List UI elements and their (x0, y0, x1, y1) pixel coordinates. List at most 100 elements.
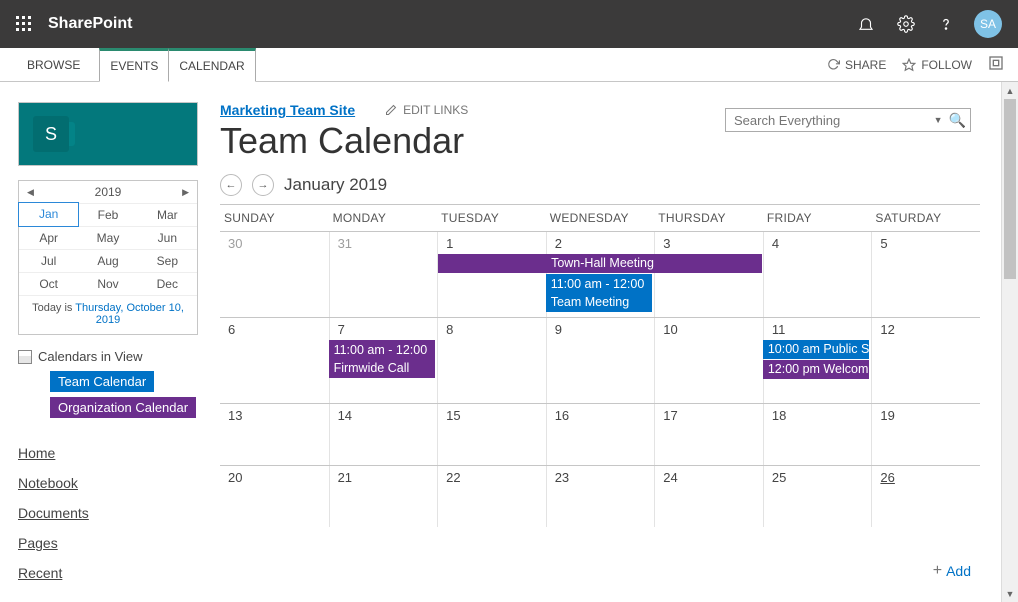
calendar-day[interactable]: 21 (329, 466, 438, 527)
share-button[interactable]: SHARE (826, 58, 886, 72)
mini-month-jul[interactable]: Jul (19, 249, 78, 272)
next-month-button[interactable]: → (252, 174, 274, 196)
search-go-icon[interactable]: 🔍 (949, 112, 966, 129)
scroll-up-icon[interactable]: ▲ (1002, 82, 1018, 99)
add-event-button[interactable]: + Add (933, 562, 971, 580)
calendar-day[interactable]: 13 (220, 404, 329, 465)
calendar-event[interactable]: 11:00 am - 12:00Firmwide Call (329, 340, 436, 378)
site-logo[interactable]: S (18, 102, 198, 166)
search-box[interactable]: ▼ 🔍 (725, 108, 971, 132)
calendar-day[interactable]: 31 (329, 232, 438, 317)
pencil-icon (385, 104, 397, 116)
mini-month-apr[interactable]: Apr (19, 226, 78, 249)
nav-item-pages[interactable]: Pages (18, 528, 216, 558)
calendar-day[interactable]: 10 (654, 318, 763, 403)
site-breadcrumb[interactable]: Marketing Team Site (220, 102, 355, 118)
ribbon: BROWSE EVENTS CALENDAR SHARE FOLLOW (0, 48, 1018, 82)
edit-links-button[interactable]: EDIT LINKS (385, 103, 468, 117)
mini-month-nov[interactable]: Nov (78, 272, 137, 295)
mini-today-link[interactable]: Thursday, October 10, 2019 (75, 302, 184, 326)
calendar-day[interactable]: 1 (437, 232, 546, 317)
dow-header: SUNDAY (220, 205, 329, 231)
calendar-overlay-team[interactable]: Team Calendar (50, 371, 154, 392)
app-launcher-icon[interactable] (8, 8, 40, 40)
avatar[interactable]: SA (974, 10, 1002, 38)
scrollbar-thumb[interactable] (1004, 99, 1016, 279)
mini-month-sep[interactable]: Sep (138, 249, 197, 272)
calendar-day[interactable]: 12 (871, 318, 980, 403)
search-input[interactable] (734, 113, 928, 128)
calendar-day[interactable]: 6 (220, 318, 329, 403)
follow-label: FOLLOW (921, 58, 972, 72)
brand-label[interactable]: SharePoint (48, 15, 132, 33)
calendar-day[interactable]: 18 (763, 404, 872, 465)
calendar-week: 678910111211:00 am - 12:00Firmwide Call1… (220, 317, 980, 403)
tab-browse[interactable]: BROWSE (14, 48, 93, 81)
calendar-day[interactable]: 9 (546, 318, 655, 403)
calendar-day[interactable]: 15 (437, 404, 546, 465)
calendar-overlay-org[interactable]: Organization Calendar (50, 397, 196, 418)
calendar-day[interactable]: 25 (763, 466, 872, 527)
calendar-day[interactable]: 17 (654, 404, 763, 465)
main-content: ▼ 🔍 Marketing Team Site EDIT LINKS Team … (216, 102, 1001, 588)
calendar-day[interactable]: 26 (871, 466, 980, 527)
calendar-day[interactable]: 19 (871, 404, 980, 465)
calendar-day[interactable]: 4 (763, 232, 872, 317)
calendar-event[interactable]: 10:00 am Public S (763, 340, 870, 359)
calendar-day[interactable]: 3 (654, 232, 763, 317)
mini-month-aug[interactable]: Aug (78, 249, 137, 272)
calendars-in-view-header[interactable]: Calendars in View (18, 347, 216, 366)
prev-month-button[interactable]: ← (220, 174, 242, 196)
tab-calendar[interactable]: CALENDAR (169, 48, 255, 82)
focus-content-icon[interactable] (988, 55, 1004, 74)
calendar-day[interactable]: 20 (220, 466, 329, 527)
dow-header: MONDAY (329, 205, 438, 231)
settings-icon[interactable] (886, 0, 926, 48)
sharepoint-logo-icon: S (33, 116, 69, 152)
help-icon[interactable] (926, 0, 966, 48)
month-label: January 2019 (284, 175, 387, 195)
calendar-day[interactable]: 8 (437, 318, 546, 403)
calendar-day[interactable]: 14 (329, 404, 438, 465)
calendar-event[interactable]: Town-Hall Meeting (438, 254, 762, 273)
mini-month-mar[interactable]: Mar (138, 203, 197, 226)
calendar-event[interactable]: 11:00 am - 12:00Team Meeting (546, 274, 653, 312)
dow-header: THURSDAY (654, 205, 763, 231)
star-icon (902, 58, 916, 72)
nav-item-recent[interactable]: Recent (18, 558, 216, 588)
calendar-event[interactable]: 12:00 pm Welcom (763, 360, 870, 379)
tab-events[interactable]: EVENTS (99, 48, 169, 82)
mini-prev-year-icon[interactable]: ◀ (27, 187, 34, 198)
calendar-day[interactable]: 22 (437, 466, 546, 527)
mini-month-dec[interactable]: Dec (138, 272, 197, 295)
dow-header: FRIDAY (763, 205, 872, 231)
arrow-left-icon: ← (226, 179, 237, 191)
calendar-day[interactable]: 5 (871, 232, 980, 317)
suite-bar: SharePoint SA (0, 0, 1018, 48)
mini-calendar: ◀ 2019 ▶ JanFebMar AprMayJun JulAugSep OctN… (18, 180, 198, 335)
dow-header: WEDNESDAY (546, 205, 655, 231)
follow-button[interactable]: FOLLOW (902, 58, 972, 72)
mini-month-may[interactable]: May (78, 226, 137, 249)
mini-month-oct[interactable]: Oct (19, 272, 78, 295)
mini-month-jun[interactable]: Jun (138, 226, 197, 249)
nav-item-documents[interactable]: Documents (18, 498, 216, 528)
mini-today-prefix: Today is (32, 302, 75, 314)
notifications-icon[interactable] (846, 0, 886, 48)
edit-links-label: EDIT LINKS (403, 103, 468, 117)
nav-item-home[interactable]: Home (18, 438, 216, 468)
mini-month-jan[interactable]: Jan (18, 202, 79, 227)
calendar-day[interactable]: 24 (654, 466, 763, 527)
calendar-day[interactable]: 16 (546, 404, 655, 465)
search-scope-dropdown-icon[interactable]: ▼ (934, 115, 943, 125)
vertical-scrollbar[interactable]: ▲ ▼ (1001, 82, 1018, 602)
arrow-right-icon: → (258, 179, 269, 191)
calendar-week: 13141516171819 (220, 403, 980, 465)
scroll-down-icon[interactable]: ▼ (1002, 585, 1018, 602)
mini-next-year-icon[interactable]: ▶ (182, 187, 189, 198)
calendar-day[interactable]: 30 (220, 232, 329, 317)
mini-year-label[interactable]: 2019 (95, 185, 122, 199)
nav-item-notebook[interactable]: Notebook (18, 468, 216, 498)
mini-month-feb[interactable]: Feb (78, 203, 137, 226)
calendar-day[interactable]: 23 (546, 466, 655, 527)
